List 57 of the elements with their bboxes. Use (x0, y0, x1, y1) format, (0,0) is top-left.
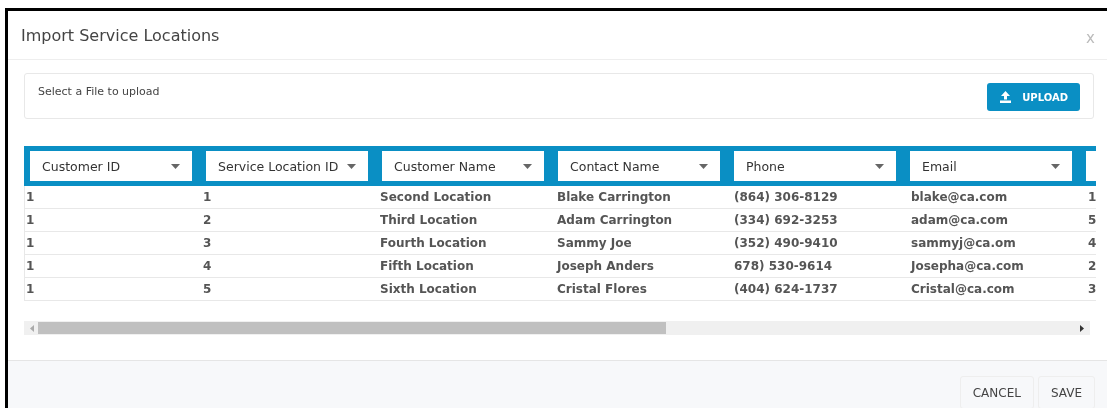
table-cell: 5 (203, 282, 212, 296)
column-filter[interactable]: Email (910, 151, 1072, 181)
table-cell: (404) 624-1737 (734, 282, 838, 296)
scroll-left-icon[interactable] (30, 324, 34, 332)
table-cell: (864) 306-8129 (734, 190, 838, 204)
upload-button[interactable]: UPLOAD (987, 83, 1080, 111)
table-cell: 5 (1088, 213, 1096, 227)
table-cell: 4 (1088, 236, 1096, 250)
table-cell: Blake Carrington (557, 190, 671, 204)
caret-icon (1051, 163, 1060, 169)
table-cell: 1 (26, 213, 35, 227)
table-cell: 1 (26, 190, 35, 204)
horizontal-scrollbar[interactable] (24, 321, 1090, 335)
table-cell: 1 (1088, 190, 1096, 204)
cancel-button[interactable]: CANCEL (959, 376, 1034, 408)
table-cell: Cristal@ca.com (911, 282, 1015, 296)
column-filter[interactable]: Phone (734, 151, 896, 181)
caret-icon (699, 163, 708, 169)
table-cell: 2 (203, 213, 212, 227)
column-filter[interactable]: Customer Name (382, 151, 544, 181)
table-cell: Adam Carrington (557, 213, 673, 227)
table-cell: 2 (1088, 259, 1096, 273)
table-cell: Joseph Anders (557, 259, 654, 273)
caret-icon (347, 163, 356, 169)
table-cell: Sammy Joe (557, 236, 632, 250)
table-cell: 1 (26, 236, 35, 250)
table-cell: Fourth Location (380, 236, 487, 250)
table-cell: Fifth Location (380, 259, 474, 273)
table-cell: 1 (203, 190, 212, 204)
table-cell: (352) 490-9410 (734, 236, 838, 250)
scrollbar-thumb[interactable] (38, 322, 666, 334)
scroll-right-icon[interactable] (1080, 324, 1084, 332)
column-filter[interactable]: Customer ID (30, 151, 192, 181)
caret-icon (171, 163, 180, 169)
column-filter[interactable]: Service Location ID (206, 151, 368, 181)
upload-icon (999, 91, 1013, 103)
upload-label: Select a File to upload (38, 85, 160, 100)
table-cell: 3 (1088, 282, 1096, 296)
table-cell: sammyj@ca.om (911, 236, 1016, 250)
table-cell: (334) 692-3253 (734, 213, 838, 227)
table-cell: Josepha@ca.com (911, 259, 1024, 273)
table-cell: Cristal Flores (557, 282, 647, 296)
save-button[interactable]: SAVE (1037, 376, 1095, 408)
table-cell: blake@ca.com (911, 190, 1008, 204)
table-cell: Sixth Location (380, 282, 477, 296)
window-title: Import Service Locations (21, 25, 220, 45)
caret-icon (875, 163, 884, 169)
table-cell: 3 (203, 236, 212, 250)
table-cell: 1 (26, 259, 35, 273)
table-cell: adam@ca.com (911, 213, 1008, 227)
table-cell: 1 (26, 282, 35, 296)
table-cell: 4 (203, 259, 212, 273)
table-cell: 678) 530-9614 (734, 259, 833, 273)
table-cell: Second Location (380, 190, 492, 204)
column-filter[interactable]: Contact Name (558, 151, 720, 181)
table-cell: Third Location (380, 213, 478, 227)
caret-icon (523, 163, 532, 169)
